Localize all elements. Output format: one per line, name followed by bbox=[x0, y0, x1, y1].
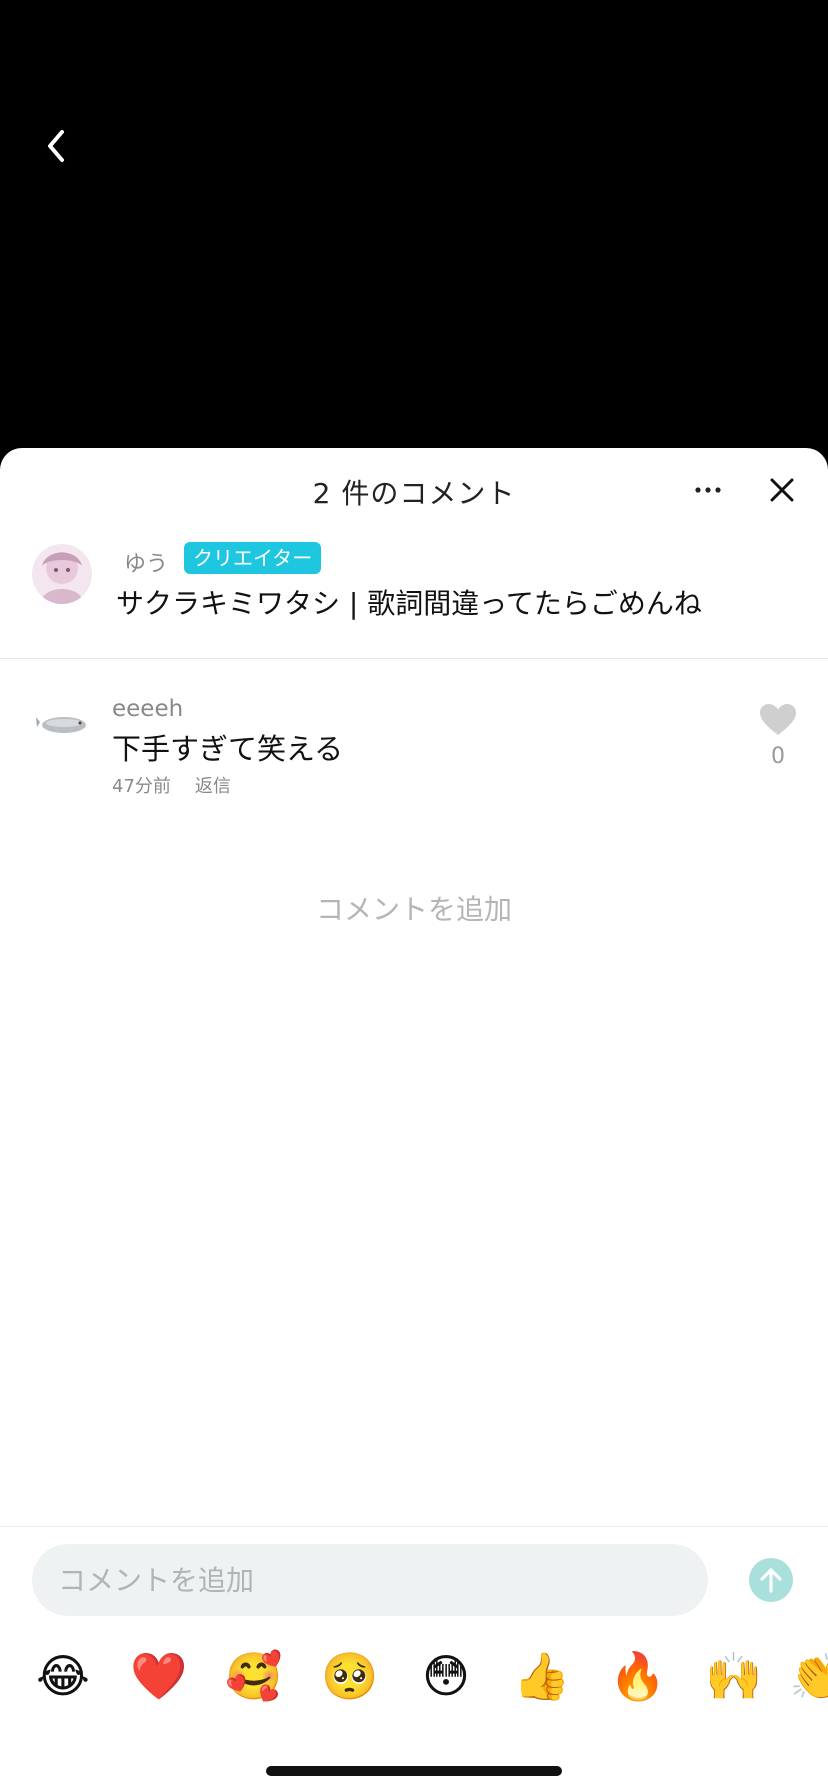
video-area bbox=[0, 0, 828, 470]
divider bbox=[0, 658, 828, 659]
more-horizontal-icon bbox=[695, 487, 721, 493]
emoji-fire[interactable]: 🔥 bbox=[608, 1646, 668, 1706]
creator-post: ゆう クリエイター サクラキミワタシ | 歌詞間違ってたらごめんね bbox=[0, 536, 828, 646]
back-button[interactable] bbox=[38, 122, 74, 170]
sheet-header: 2 件のコメント bbox=[0, 448, 828, 536]
emoji-tears-of-joy[interactable]: 😂 bbox=[33, 1646, 93, 1706]
composer-divider bbox=[0, 1526, 828, 1527]
comment-item: eeeeh 下手すぎて笑える 47分前 返信 0 bbox=[0, 696, 828, 806]
emoji-bar: 😂 ❤️ 🥰 🥺 😳 👍 🔥 🙌 👏 bbox=[0, 1646, 828, 1722]
reply-button[interactable]: 返信 bbox=[195, 772, 231, 798]
comment-avatar[interactable] bbox=[34, 704, 90, 744]
comment-time: 47分前 bbox=[112, 776, 171, 797]
emoji-pleading[interactable]: 🥺 bbox=[320, 1646, 380, 1706]
creator-badge: クリエイター bbox=[184, 542, 322, 574]
creator-caption: サクラキミワタシ | 歌詞間違ってたらごめんね bbox=[116, 587, 702, 620]
chevron-left-icon bbox=[48, 130, 64, 162]
comments-sheet: 2 件のコメント ゆう クリエイター サクラキミワタシ | 歌詞間違ってたらごめ… bbox=[0, 448, 828, 1792]
creator-username[interactable]: ゆう bbox=[124, 546, 168, 578]
emoji-smiling-hearts[interactable]: 🥰 bbox=[224, 1646, 284, 1706]
add-comment-prompt[interactable]: コメントを追加 bbox=[0, 888, 828, 928]
more-button[interactable] bbox=[688, 470, 728, 510]
comment-input[interactable] bbox=[32, 1544, 708, 1616]
comment-username[interactable]: eeeeh bbox=[112, 696, 183, 722]
close-icon bbox=[770, 478, 794, 502]
arrow-up-icon bbox=[760, 1568, 782, 1593]
emoji-thumbs-up[interactable]: 👍 bbox=[512, 1646, 572, 1706]
close-button[interactable] bbox=[762, 470, 802, 510]
creator-avatar[interactable] bbox=[32, 544, 92, 604]
heart-icon bbox=[760, 704, 796, 735]
home-indicator bbox=[266, 1766, 562, 1776]
comment-meta: 47分前 返信 bbox=[112, 772, 231, 798]
send-button[interactable] bbox=[749, 1558, 793, 1602]
like-count: 0 bbox=[771, 744, 785, 769]
comment-text: 下手すぎて笑える bbox=[112, 732, 344, 766]
emoji-flushed[interactable]: 😳 bbox=[416, 1646, 476, 1706]
emoji-clapping[interactable]: 👏 bbox=[788, 1646, 828, 1706]
like-button[interactable] bbox=[756, 702, 800, 738]
emoji-raising-hands[interactable]: 🙌 bbox=[704, 1646, 764, 1706]
emoji-red-heart[interactable]: ❤️ bbox=[129, 1646, 189, 1706]
